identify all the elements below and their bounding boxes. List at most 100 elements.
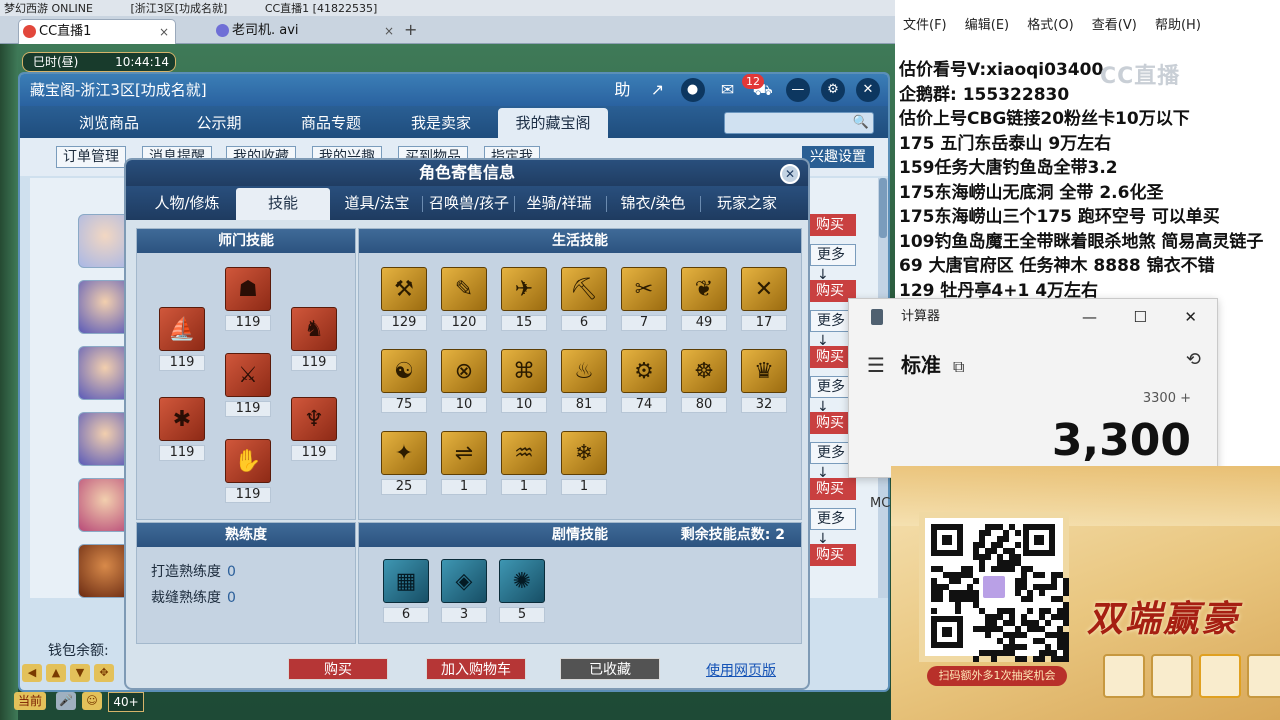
- emoji-icon[interactable]: ☺: [82, 692, 102, 710]
- life-skill[interactable]: ✈ 15: [501, 267, 547, 331]
- tab-video[interactable]: 老司机. avi ×: [212, 19, 400, 44]
- life-skill[interactable]: ⚒ 129: [381, 267, 427, 331]
- close-icon[interactable]: ✕: [856, 78, 880, 102]
- game-clock: 10:44:14: [115, 55, 169, 69]
- life-skill[interactable]: ⌘ 10: [501, 349, 547, 413]
- life-skill[interactable]: ⛏ 6: [561, 267, 607, 331]
- scroll-thumb[interactable]: [879, 178, 887, 238]
- life-skill[interactable]: ✦ 25: [381, 431, 427, 495]
- life-skill[interactable]: ☯ 75: [381, 349, 427, 413]
- buy-button[interactable]: 购买: [810, 214, 856, 236]
- skill-level: 3: [441, 607, 487, 623]
- menu-file[interactable]: 文件(F): [903, 18, 947, 33]
- minimize-icon[interactable]: —: [1082, 299, 1097, 335]
- settings-icon[interactable]: ⚙: [820, 78, 845, 102]
- life-skill[interactable]: ♛ 32: [741, 349, 787, 413]
- menu-format[interactable]: 格式(O): [1027, 18, 1073, 33]
- life-skill[interactable]: ❄ 1: [561, 431, 607, 495]
- school-skill[interactable]: ⚔ 119: [225, 353, 271, 417]
- qr-module: [985, 554, 991, 560]
- menu-help[interactable]: 帮助(H): [1155, 18, 1201, 33]
- life-skill[interactable]: ✎ 120: [441, 267, 487, 331]
- story-skill[interactable]: ◈ 3: [441, 559, 487, 623]
- tab-home[interactable]: 玩家之家: [700, 188, 794, 220]
- favorited-button[interactable]: 已收藏: [560, 658, 660, 680]
- search-input[interactable]: 🔍: [724, 112, 874, 134]
- life-skill[interactable]: ✕ 17: [741, 267, 787, 331]
- tab-skills[interactable]: 技能: [236, 188, 330, 220]
- new-tab-icon[interactable]: +: [404, 20, 417, 39]
- orders-button[interactable]: 订单管理: [56, 146, 126, 168]
- mic-icon[interactable]: 🎤: [56, 692, 76, 710]
- life-skill[interactable]: ☸ 80: [681, 349, 727, 413]
- buy-button[interactable]: 购买: [810, 478, 856, 500]
- add-to-cart-button[interactable]: 加入购物车: [426, 658, 526, 680]
- arrow-left-icon[interactable]: ◀: [22, 664, 42, 682]
- tab-items[interactable]: 道具/法宝: [330, 188, 424, 220]
- life-skill-icon: ❦: [681, 267, 727, 311]
- arrow-down-icon[interactable]: ▼: [70, 664, 90, 682]
- school-skill[interactable]: ♞ 119: [291, 307, 337, 371]
- life-skill[interactable]: ♒ 1: [501, 431, 547, 495]
- arrow-up-icon[interactable]: ▲: [46, 664, 66, 682]
- tab-costume[interactable]: 锦衣/染色: [606, 188, 700, 220]
- maximize-icon[interactable]: ☐: [1134, 299, 1147, 335]
- more-button[interactable]: 更多↓: [810, 508, 856, 547]
- qr-module: [1051, 584, 1057, 590]
- qr-code[interactable]: [919, 512, 1069, 662]
- share-icon[interactable]: ↗: [645, 78, 669, 102]
- close-icon[interactable]: ✕: [780, 164, 800, 184]
- buy-button[interactable]: 购买: [288, 658, 388, 680]
- tab-mounts[interactable]: 坐骑/祥瑞: [512, 188, 606, 220]
- menu-icon[interactable]: ☰: [867, 353, 885, 377]
- search-icon[interactable]: 🔍: [853, 115, 869, 130]
- school-skill[interactable]: ♆ 119: [291, 397, 337, 461]
- nav-publicity[interactable]: 公示期: [164, 108, 274, 138]
- life-skill[interactable]: ⚙ 74: [621, 349, 667, 413]
- tab-pets[interactable]: 召唤兽/孩子: [422, 188, 516, 220]
- close-icon[interactable]: ✕: [1184, 299, 1197, 335]
- game-left-strip: [0, 44, 18, 720]
- menu-edit[interactable]: 编辑(E): [965, 18, 1009, 33]
- nav-my-treasure[interactable]: 我的藏宝阁: [498, 108, 608, 138]
- memory-clear-button[interactable]: MC: [870, 496, 890, 511]
- tab-character[interactable]: 人物/修炼: [140, 188, 234, 220]
- close-icon[interactable]: ×: [159, 20, 169, 44]
- nav-seller[interactable]: 我是卖家: [386, 108, 496, 138]
- interest-settings-button[interactable]: 兴趣设置: [802, 146, 874, 168]
- minimize-icon[interactable]: —: [785, 78, 810, 102]
- more-button[interactable]: 更多↓: [810, 244, 856, 283]
- prize-item[interactable]: [1247, 654, 1280, 698]
- life-skill[interactable]: ⊗ 10: [441, 349, 487, 413]
- current-channel-button[interactable]: 当前: [14, 692, 46, 710]
- buy-button[interactable]: 购买: [810, 544, 856, 566]
- life-skill[interactable]: ❦ 49: [681, 267, 727, 331]
- prize-phone[interactable]: [1199, 654, 1241, 698]
- help-button[interactable]: 助: [610, 78, 634, 102]
- keep-on-top-icon[interactable]: ⧉: [953, 357, 964, 376]
- life-skill[interactable]: ⇌ 1: [441, 431, 487, 495]
- web-version-link[interactable]: 使用网页版: [706, 660, 776, 680]
- school-skill[interactable]: ✱ 119: [159, 397, 205, 461]
- skill-level: 7: [621, 315, 667, 331]
- prize-item[interactable]: [1103, 654, 1145, 698]
- record-icon[interactable]: ●: [680, 78, 705, 102]
- school-skill[interactable]: ⛵ 119: [159, 307, 205, 371]
- school-skill[interactable]: ☗ 119: [225, 267, 271, 331]
- prize-item[interactable]: [1151, 654, 1193, 698]
- nav-topics[interactable]: 商品专题: [276, 108, 386, 138]
- life-skill[interactable]: ♨ 81: [561, 349, 607, 413]
- close-icon[interactable]: ×: [384, 19, 394, 43]
- modal-title: 角色寄售信息: [126, 160, 808, 186]
- tab-cc-live[interactable]: CC直播1 ×: [18, 19, 176, 44]
- menu-view[interactable]: 查看(V): [1092, 18, 1137, 33]
- story-skill[interactable]: ✺ 5: [499, 559, 545, 623]
- story-skill[interactable]: ▦ 6: [383, 559, 429, 623]
- history-icon[interactable]: ⟲: [1186, 349, 1201, 370]
- life-skill[interactable]: ✂ 7: [621, 267, 667, 331]
- school-skill[interactable]: ✋ 119: [225, 439, 271, 503]
- message-icon[interactable]: ✉: [716, 78, 740, 102]
- move-icon[interactable]: ✥: [94, 664, 114, 682]
- notepad-text[interactable]: 估价看号V:xiaoqi03400 企鹅群: 155322830 估价上号CBG…: [899, 58, 1263, 303]
- nav-browse[interactable]: 浏览商品: [54, 108, 164, 138]
